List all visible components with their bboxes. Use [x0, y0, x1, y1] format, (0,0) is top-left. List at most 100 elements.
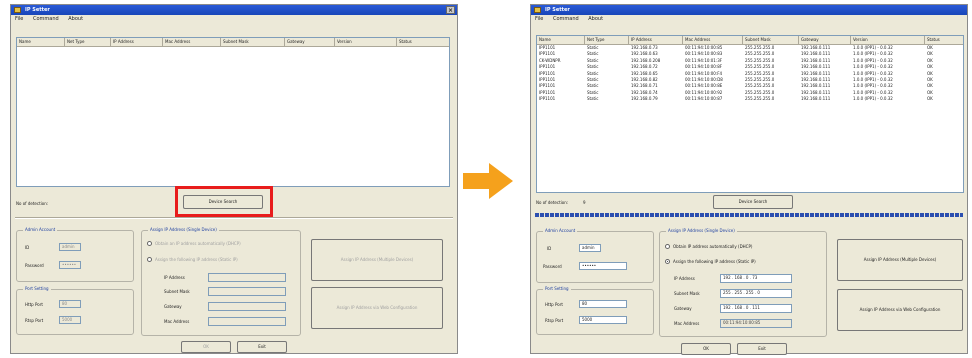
- cell-ip-address: 192.168.0.208: [631, 57, 661, 63]
- subnet-mask-field[interactable]: [208, 287, 286, 296]
- cell-net-type: Static: [587, 89, 599, 95]
- cell-name: IPP1101: [539, 96, 556, 102]
- ip-setter-window-after: IP Setter File Command About Name Net Ty…: [530, 4, 968, 355]
- window-title: IP Setter: [545, 7, 570, 13]
- cell-ip-address: 192.168.0.82: [631, 77, 658, 82]
- table-row[interactable]: IPP1101 Static 192.168.0.65 00:11:94:10:00:…: [537, 71, 963, 77]
- column-header[interactable]: Mac Address: [163, 38, 221, 46]
- ip-address-label: IP Address: [164, 275, 185, 280]
- close-icon[interactable]: ×: [446, 6, 455, 14]
- cell-gateway: 192.168.0.111: [801, 70, 831, 76]
- password-field[interactable]: ••••••: [579, 262, 627, 270]
- id-field[interactable]: admin: [59, 243, 81, 251]
- menu-command[interactable]: Command: [553, 16, 579, 22]
- gateway-field[interactable]: [208, 302, 286, 311]
- menu-file[interactable]: File: [15, 16, 23, 22]
- static-ip-radio[interactable]: [665, 259, 670, 264]
- device-search-button[interactable]: Device Search: [713, 195, 793, 209]
- ip-address-label: IP Address: [674, 276, 695, 281]
- gateway-field[interactable]: 192 . 168 . 0 . 111: [720, 304, 792, 313]
- column-header[interactable]: Version: [851, 36, 925, 44]
- column-header[interactable]: Status: [925, 36, 963, 44]
- column-header[interactable]: Name: [537, 36, 585, 44]
- group-title: Admin Account: [543, 228, 578, 233]
- column-header[interactable]: IP Address: [629, 36, 683, 44]
- column-header[interactable]: Gateway: [799, 36, 851, 44]
- password-field[interactable]: ••••••: [59, 261, 81, 269]
- mac-address-field: [208, 317, 286, 326]
- ok-button[interactable]: OK: [181, 341, 231, 353]
- column-header[interactable]: Version: [335, 38, 397, 46]
- cell-mac-address: 00:11:94:10:00:D8: [685, 77, 723, 82]
- cell-mac-address: 00:11:94:10:00:85: [685, 45, 723, 50]
- http-port-field[interactable]: 80: [579, 300, 627, 308]
- rtsp-port-field[interactable]: 5000: [59, 316, 81, 324]
- cell-gateway: 192.168.0.111: [801, 96, 831, 102]
- cell-subnet-mask: 255.255.255.0: [745, 89, 775, 95]
- title-bar[interactable]: IP Setter ×: [11, 5, 457, 15]
- cell-gateway: 192.168.0.111: [801, 77, 831, 82]
- menu-about[interactable]: About: [68, 16, 83, 22]
- table-row[interactable]: IPP1101 Static 192.168.0.73 00:11:94:10:00:…: [537, 45, 963, 51]
- group-title: Assign IP Address (Single Device): [148, 227, 219, 232]
- menu-bar: File Command About: [11, 15, 457, 24]
- cell-net-type: Static: [587, 77, 599, 82]
- column-header[interactable]: Name: [17, 38, 65, 46]
- mac-address-field: 00:11:94:10:00:85: [720, 319, 792, 328]
- cell-ip-address: 192.168.0.65: [631, 70, 658, 76]
- table-row[interactable]: CK-WDNPR Static 192.168.0.208 00:11:94:10:0…: [537, 58, 963, 64]
- exit-button[interactable]: Exit: [237, 341, 287, 353]
- menu-about[interactable]: About: [588, 16, 603, 22]
- column-header[interactable]: Mac Address: [683, 36, 743, 44]
- cell-version: 1.0.0 (IPP1) - 0.0.32: [853, 57, 893, 63]
- column-header[interactable]: Net Type: [65, 38, 111, 46]
- device-list-table[interactable]: Name Net Type IP Address Mac Address Sub…: [536, 35, 964, 193]
- group-title: Port Setting: [543, 286, 571, 291]
- dhcp-radio[interactable]: [147, 241, 152, 246]
- dhcp-radio-label: Obtain an IP address automatically (DHCP…: [155, 241, 241, 246]
- assign-via-web-button[interactable]: Assign IP Address via Web Configuration: [837, 289, 963, 331]
- table-row[interactable]: IPP1101 Static 192.168.0.63 00:11:94:10:00:…: [537, 51, 963, 57]
- ip-address-field[interactable]: 192 . 168 . 0 . 73: [720, 274, 792, 283]
- gateway-label: Gateway: [164, 304, 182, 309]
- column-header[interactable]: Subnet Mask: [221, 38, 285, 46]
- table-row[interactable]: IPP1101 Static 192.168.0.79 00:11:94:10:00:…: [537, 96, 963, 102]
- cell-name: IPP1101: [539, 89, 556, 95]
- subnet-mask-label: Subnet Mask: [164, 289, 190, 294]
- id-field[interactable]: admin: [579, 244, 601, 252]
- table-row[interactable]: IPP1101 Static 192.168.0.72 00:11:94:10:00:…: [537, 64, 963, 70]
- cell-ip-address: 192.168.0.79: [631, 96, 658, 102]
- rtsp-port-field[interactable]: 5000: [579, 316, 627, 324]
- menu-file[interactable]: File: [535, 16, 543, 22]
- menu-command[interactable]: Command: [33, 16, 59, 22]
- title-bar[interactable]: IP Setter: [531, 5, 967, 15]
- column-header[interactable]: Gateway: [285, 38, 335, 46]
- subnet-mask-field[interactable]: 255 . 255 . 255 . 0: [720, 289, 792, 298]
- cell-mac-address: 00:11:94:10:00:F4: [685, 70, 723, 76]
- cell-mac-address: 00:11:94:10:00:83: [685, 51, 723, 57]
- cell-subnet-mask: 255.255.255.0: [745, 96, 775, 102]
- device-list-table[interactable]: Name Net Type IP Address Mac Address Sub…: [16, 37, 450, 187]
- ok-button[interactable]: OK: [681, 343, 731, 355]
- cell-version: 1.0.0 (IPP1) - 0.0.32: [853, 51, 893, 57]
- cell-name: IPP1101: [539, 45, 556, 50]
- column-header[interactable]: Status: [397, 38, 449, 46]
- assign-via-web-button[interactable]: Assign IP Address via Web Configuration: [311, 287, 443, 329]
- exit-button[interactable]: Exit: [737, 343, 787, 355]
- group-title: Port Setting: [23, 286, 51, 291]
- dhcp-radio[interactable]: [665, 244, 670, 249]
- table-row[interactable]: IPP1101 Static 192.168.0.71 00:11:94:10:00:…: [537, 83, 963, 89]
- table-row[interactable]: IPP1101 Static 192.168.0.74 00:11:94:10:00:…: [537, 90, 963, 96]
- column-header[interactable]: Net Type: [585, 36, 629, 44]
- column-header[interactable]: IP Address: [111, 38, 163, 46]
- table-row[interactable]: IPP1101 Static 192.168.0.82 00:11:94:10:00:…: [537, 77, 963, 83]
- ip-address-field[interactable]: [208, 273, 286, 282]
- http-port-field[interactable]: 80: [59, 300, 81, 308]
- port-setting-group: Port Setting Http Port 80 Rtsp Port 5000: [16, 286, 134, 335]
- static-ip-radio[interactable]: [147, 257, 152, 262]
- menu-bar: File Command About: [531, 15, 967, 24]
- column-header[interactable]: Subnet Mask: [743, 36, 799, 44]
- assign-multiple-devices-button[interactable]: Assign IP Address (Multiple Devices): [311, 239, 443, 281]
- assign-multiple-devices-button[interactable]: Assign IP Address (Multiple Devices): [837, 239, 963, 281]
- table-header: Name Net Type IP Address Mac Address Sub…: [537, 36, 963, 45]
